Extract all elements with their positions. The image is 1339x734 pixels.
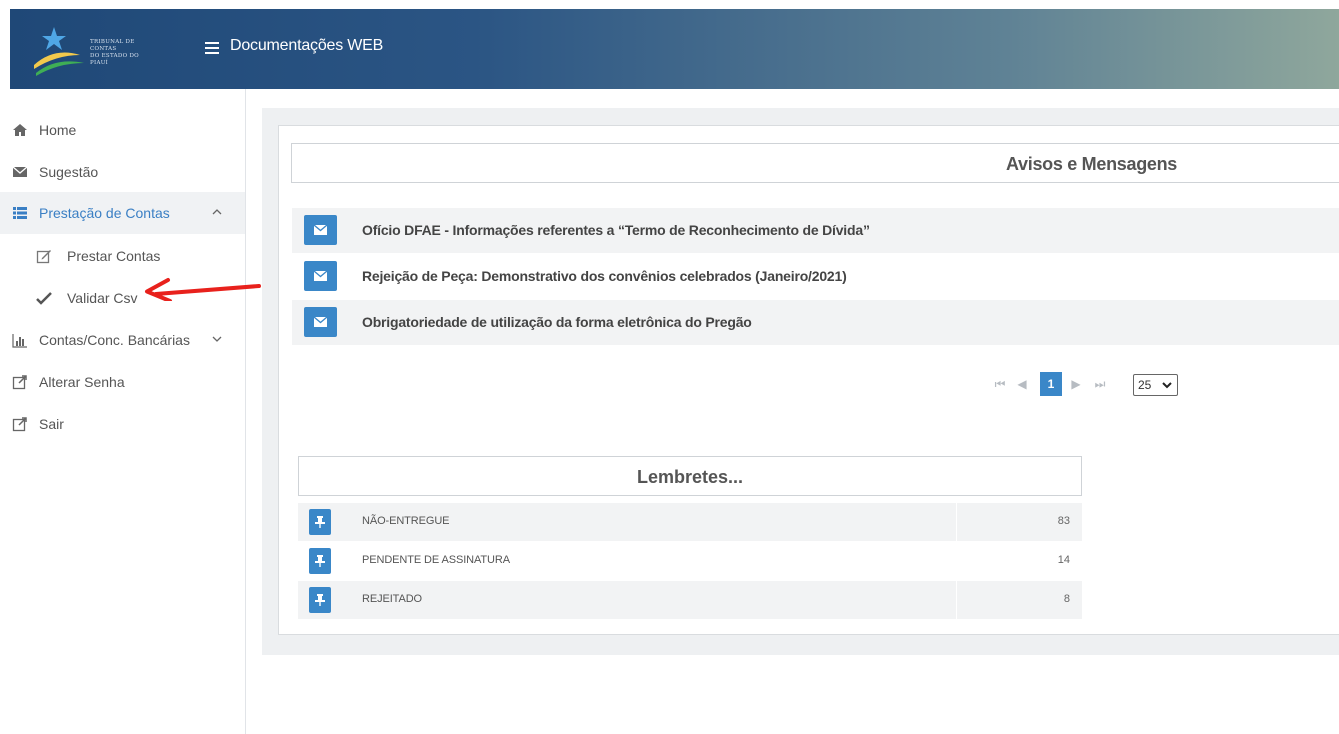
pin-button[interactable] <box>309 548 331 574</box>
first-page-icon[interactable]: ⏮ <box>990 372 1010 396</box>
pin-icon <box>315 516 325 528</box>
prev-page-icon[interactable]: ◀ <box>1012 372 1032 396</box>
avisos-header: Avisos e Mensagens <box>291 143 1339 183</box>
chevron-down-icon <box>1162 382 1172 389</box>
lembretes-title: Lembretes... <box>637 467 744 487</box>
logo-text-line2: DO ESTADO DO PIAUÍ <box>90 53 139 66</box>
hamburger-menu-icon[interactable] <box>205 42 219 54</box>
sidebar-item-alterar-senha[interactable]: Alterar Senha <box>0 361 245 403</box>
pin-icon <box>315 555 325 567</box>
bar-chart-icon <box>12 334 27 348</box>
envelope-icon <box>314 225 327 235</box>
sidebar-item-label: Contas/Conc. Bancárias <box>39 332 190 348</box>
lembrete-row[interactable]: PENDENTE DE ASSINATURA 14 <box>298 542 1082 580</box>
pin-button[interactable] <box>309 509 331 535</box>
home-icon <box>13 124 27 136</box>
envelope-icon <box>314 317 327 327</box>
lembrete-count: 14 <box>1057 554 1070 566</box>
sidebar-item-sair[interactable]: Sair <box>0 403 245 445</box>
sidebar-item-label: Validar Csv <box>67 290 138 306</box>
aviso-text[interactable]: Obrigatoriedade de utilização da forma e… <box>362 314 752 330</box>
sidebar-item-sugestao[interactable]: Sugestão <box>0 151 245 193</box>
mail-button[interactable] <box>304 307 337 337</box>
cell-divider <box>956 503 957 541</box>
aviso-item[interactable]: Ofício DFAE - Informações referentes a “… <box>292 208 1339 253</box>
sidebar-item-label: Sugestão <box>39 164 99 180</box>
sidebar: Home Sugestão Prestação de Contas Presta… <box>0 89 246 734</box>
lembrete-count: 83 <box>1057 515 1070 527</box>
check-icon <box>36 292 52 305</box>
sidebar-item-label: Sair <box>39 416 64 432</box>
lembrete-label: REJEITADO <box>362 593 423 605</box>
tce-logo[interactable]: TRIBUNAL DE CONTAS DO ESTADO DO PIAUÍ <box>32 21 152 77</box>
page-current[interactable]: 1 <box>1040 372 1062 396</box>
sidebar-item-prestar-contas[interactable]: Prestar Contas <box>0 235 245 277</box>
lembrete-row[interactable]: NÃO-ENTREGUE 83 <box>298 503 1082 541</box>
logo-text-line1: TRIBUNAL DE CONTAS <box>90 39 135 52</box>
edit-icon <box>36 250 51 264</box>
aviso-text[interactable]: Rejeição de Peça: Demonstrativo dos conv… <box>362 268 847 284</box>
page-size-value: 25 <box>1138 378 1152 392</box>
external-link-icon <box>12 375 27 390</box>
lembrete-row[interactable]: REJEITADO 8 <box>298 581 1082 619</box>
list-icon <box>13 207 27 219</box>
envelope-icon <box>12 166 28 177</box>
aviso-item[interactable]: Rejeição de Peça: Demonstrativo dos conv… <box>292 254 1339 299</box>
next-page-icon[interactable]: ▶ <box>1066 372 1086 396</box>
avisos-title: Avisos e Mensagens <box>1006 154 1178 174</box>
lembrete-label: NÃO-ENTREGUE <box>362 515 450 527</box>
sidebar-item-label: Alterar Senha <box>39 374 125 390</box>
external-link-icon <box>12 417 27 432</box>
lembrete-label: PENDENTE DE ASSINATURA <box>362 554 510 566</box>
sidebar-item-prestacao-de-contas[interactable]: Prestação de Contas <box>0 192 245 234</box>
chevron-up-icon[interactable] <box>212 207 222 217</box>
logo-text: TRIBUNAL DE CONTAS DO ESTADO DO PIAUÍ <box>90 39 152 67</box>
mail-button[interactable] <box>304 261 337 291</box>
sidebar-item-home[interactable]: Home <box>0 109 245 151</box>
page-size-select[interactable]: 25 <box>1133 374 1178 396</box>
last-page-icon[interactable]: ⏭ <box>1090 372 1110 396</box>
envelope-icon <box>314 271 327 281</box>
sidebar-item-contas-conc-bancarias[interactable]: Contas/Conc. Bancárias <box>0 319 245 361</box>
star-logo-icon <box>34 27 84 76</box>
sidebar-item-label: Prestação de Contas <box>39 205 170 221</box>
lembrete-count: 8 <box>1063 593 1070 605</box>
sidebar-item-label: Prestar Contas <box>67 248 161 264</box>
aviso-item[interactable]: Obrigatoriedade de utilização da forma e… <box>292 300 1339 345</box>
mail-button[interactable] <box>304 215 337 245</box>
sidebar-item-label: Home <box>39 122 77 138</box>
cell-divider <box>956 581 957 619</box>
aviso-text[interactable]: Ofício DFAE - Informações referentes a “… <box>362 222 870 238</box>
pin-button[interactable] <box>309 587 331 613</box>
annotation-arrow-icon <box>145 278 261 301</box>
chevron-down-icon[interactable] <box>212 334 222 344</box>
lembretes-header: Lembretes... <box>298 456 1082 496</box>
app-title: Documentações WEB <box>230 37 384 54</box>
top-bar: TRIBUNAL DE CONTAS DO ESTADO DO PIAUÍ Do… <box>10 9 1339 89</box>
pin-icon <box>315 594 325 606</box>
